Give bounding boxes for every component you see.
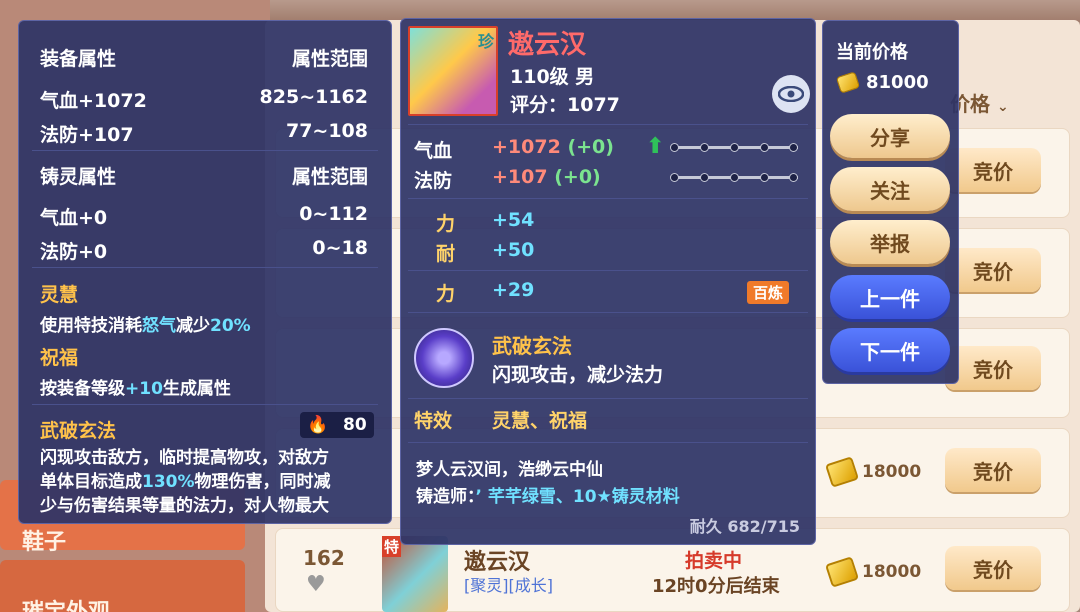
effect-value: 灵慧、祝福 <box>492 410 588 432</box>
forge-attr-title: 铸灵属性 <box>40 166 117 188</box>
bid-button[interactable]: 竞价 <box>945 448 1041 492</box>
effect-desc-wisdom: 使用特技消耗怒气减少20% <box>40 316 251 336</box>
forge-attr-mdef: 法防+0 <box>40 241 108 263</box>
gold-ticket-icon <box>835 71 861 94</box>
effect-title-wisdom: 灵慧 <box>40 284 79 306</box>
divider <box>408 198 808 199</box>
price-value: 18000 <box>862 562 922 582</box>
divider <box>32 404 378 405</box>
divider <box>408 270 808 271</box>
forge-range-title: 属性范围 <box>291 166 368 188</box>
report-button[interactable]: 举报 <box>830 220 950 264</box>
equip-range-hp: 825~1162 <box>259 86 368 108</box>
row-item-tags: [聚灵][成长] <box>464 576 553 595</box>
bonus-value-end: +50 <box>492 239 535 261</box>
gold-ticket-icon <box>824 456 860 488</box>
bonus-label-str2: 力 <box>436 283 456 305</box>
price-label: 当前价格 <box>836 42 908 63</box>
current-price: 81000 <box>835 71 929 94</box>
eye-icon[interactable] <box>772 75 810 113</box>
skill-icon <box>414 328 474 388</box>
skill-description: 闪现攻击敌方，临时提高物攻，对敌方 单体目标造成130%物理伤害，同时减 少与伤… <box>40 448 331 516</box>
next-item-button[interactable]: 下一件 <box>830 328 950 372</box>
stat-label-mdef: 法防 <box>414 170 453 192</box>
bonus-label-str: 力 <box>436 213 456 235</box>
item-name: 遨云汉 <box>508 30 587 60</box>
item-icon: 珍 <box>408 26 498 116</box>
bid-button[interactable]: 竞价 <box>945 148 1041 192</box>
divider <box>32 267 378 268</box>
equip-attr-hp: 气血+1072 <box>40 90 147 112</box>
equip-attr-mdef: 法防+107 <box>40 124 134 146</box>
effect-label: 特效 <box>414 410 453 432</box>
stat-value-hp: +1072 (+0) <box>492 136 614 158</box>
forge-attr-hp: 气血+0 <box>40 207 108 229</box>
share-button[interactable]: 分享 <box>830 114 950 158</box>
durability: 耐久 682/715 <box>689 517 800 536</box>
forge-range-hp: 0~112 <box>299 203 368 225</box>
category-item-appearance[interactable]: 璀宝外观 <box>0 560 245 612</box>
item-score: 评分：1077 <box>510 94 620 116</box>
stat-value-mdef: +107 (+0) <box>492 166 601 188</box>
skill-summary: 闪现攻击，减少法力 <box>492 364 664 386</box>
divider <box>32 150 378 151</box>
skill-cost-badge: 🔥 80 <box>300 412 374 438</box>
effect-title-blessing: 祝福 <box>40 347 79 369</box>
heart-icon[interactable]: ♥ <box>306 572 326 597</box>
row-status: 拍卖中 <box>685 550 743 572</box>
bid-button[interactable]: 竞价 <box>945 346 1041 390</box>
flame-icon: 🔥 <box>307 415 329 435</box>
price-value: 18000 <box>862 462 922 482</box>
refine-badge: 百炼 <box>747 281 790 304</box>
forge-range-mdef: 0~18 <box>312 237 368 259</box>
flavor-text: 梦人云汉间，浩缈云中仙 <box>416 460 603 480</box>
row-score: 162 <box>303 546 345 570</box>
bid-button[interactable]: 竞价 <box>945 546 1041 590</box>
effect-desc-blessing: 按装备等级+10生成属性 <box>40 379 231 399</box>
arrow-up-icon: ⬆ <box>646 134 665 159</box>
skill-cost: 80 <box>343 415 367 435</box>
equip-range-title: 属性范围 <box>291 48 368 70</box>
previous-item-button[interactable]: 上一件 <box>830 275 950 319</box>
skill-name: 武破玄法 <box>492 334 572 358</box>
category-label: 鞋子 <box>22 530 67 555</box>
follow-button[interactable]: 关注 <box>830 167 950 211</box>
sort-header[interactable]: 价格 ⌄ <box>950 88 1030 116</box>
stat-slider-hp <box>670 143 798 152</box>
bonus-label-end: 耐 <box>436 243 456 265</box>
gold-ticket-icon <box>824 556 860 588</box>
stat-label-hp: 气血 <box>414 140 453 162</box>
equip-range-mdef: 77~108 <box>285 120 368 142</box>
skill-title: 武破玄法 <box>40 420 117 442</box>
bid-button[interactable]: 竞价 <box>945 248 1041 292</box>
divider <box>408 124 808 125</box>
chevron-down-icon: ⌄ <box>996 99 1009 115</box>
divider <box>408 398 808 399</box>
category-label: 璀宝外观 <box>22 594 110 612</box>
stat-slider-mdef <box>670 173 798 182</box>
row-price: 18000 <box>824 550 938 594</box>
bonus-value-str: +54 <box>492 209 535 231</box>
row-price: 18000 <box>824 450 938 494</box>
divider <box>408 442 808 443</box>
forger-line: 铸造师：’ 芊芊绿雪、10★铸灵材料 <box>416 487 680 507</box>
equip-attr-title: 装备属性 <box>40 48 117 70</box>
rarity-badge: 珍 <box>477 32 494 51</box>
row-time: 12时0分后结束 <box>652 576 780 597</box>
price-value: 81000 <box>866 72 929 93</box>
bonus-value-str2: +29 <box>492 279 535 301</box>
divider <box>408 312 808 313</box>
special-badge: 特 <box>382 536 402 557</box>
item-level-gender: 110级 男 <box>510 66 595 88</box>
